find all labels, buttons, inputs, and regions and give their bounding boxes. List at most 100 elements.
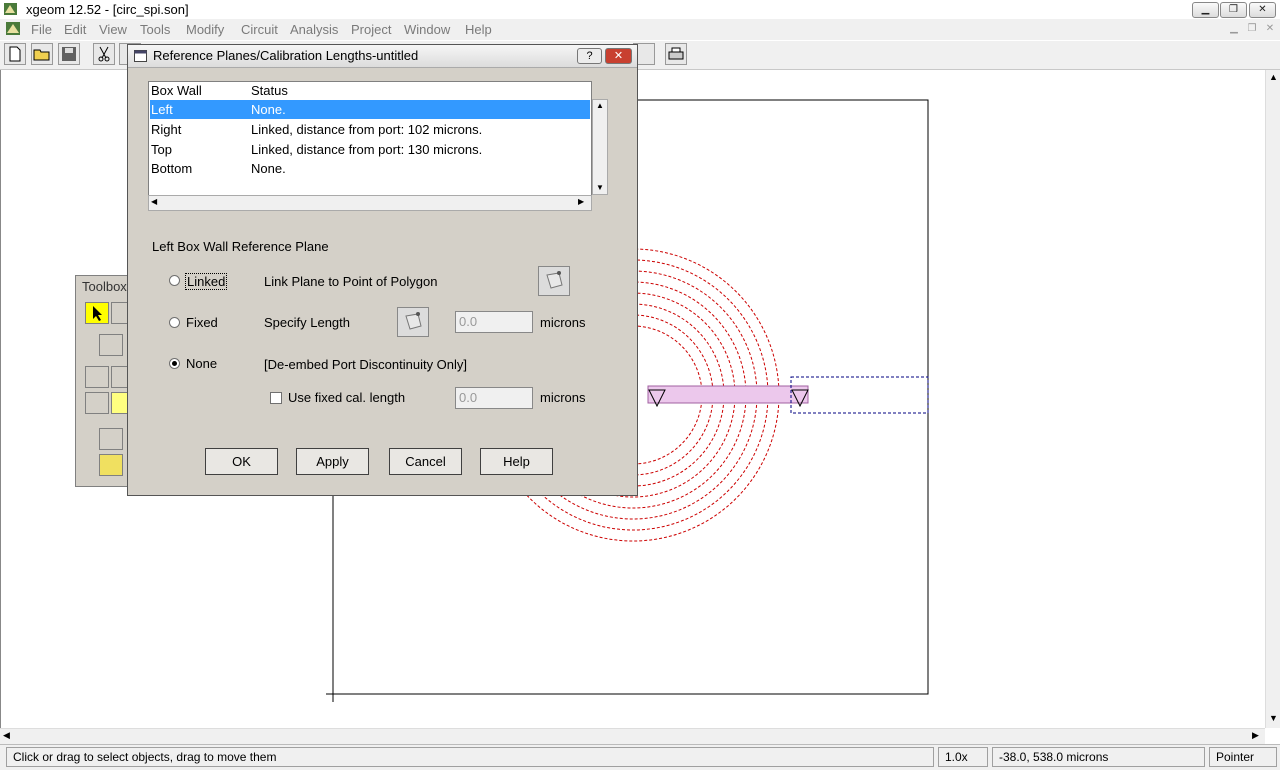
help-button[interactable]: Help xyxy=(480,448,553,475)
list-row-left[interactable]: Left None. xyxy=(150,100,590,119)
linked-label[interactable]: Linked xyxy=(185,273,228,290)
link-point-button[interactable] xyxy=(538,266,570,296)
cal-length-unit: microns xyxy=(540,390,586,405)
horizontal-scrollbar[interactable]: ◀ ▶ xyxy=(0,728,1265,744)
hatch-tool[interactable] xyxy=(99,454,123,476)
row-wall: Top xyxy=(151,142,172,157)
list-row-bottom[interactable]: Bottom None. xyxy=(150,159,590,178)
port-region xyxy=(790,376,929,414)
list-scroll-left-icon[interactable]: ◀ xyxy=(151,197,157,206)
menu-bar: File Edit View Tools Modify Circuit Anal… xyxy=(0,19,1280,40)
list-scroll-up-icon[interactable]: ▲ xyxy=(596,101,604,110)
printer-icon xyxy=(668,47,684,60)
menu-circuit[interactable]: Circuit xyxy=(241,22,278,37)
reference-planes-dialog: Reference Planes/Calibration Lengths-unt… xyxy=(127,44,638,496)
fixed-label[interactable]: Fixed xyxy=(186,315,218,330)
column-header-box-wall[interactable]: Box Wall xyxy=(151,83,202,98)
menu-window[interactable]: Window xyxy=(404,22,450,37)
mdi-minimize-button[interactable]: ▁ xyxy=(1226,22,1242,36)
list-horizontal-scrollbar[interactable]: ◀ ▶ xyxy=(148,195,592,211)
pointer-tool[interactable] xyxy=(85,302,109,324)
xgeom-app-icon xyxy=(4,3,17,15)
use-fixed-cal-label[interactable]: Use fixed cal. length xyxy=(288,390,405,405)
menu-modify[interactable]: Modify xyxy=(186,22,224,37)
none-label[interactable]: None xyxy=(186,356,217,371)
row-status: None. xyxy=(251,161,286,176)
fixed-description: Specify Length xyxy=(264,315,351,330)
fixed-unit: microns xyxy=(540,315,586,330)
fixed-radio[interactable] xyxy=(169,317,180,328)
vertical-scrollbar[interactable]: ▲ ▼ xyxy=(1265,70,1280,728)
none-description: [De-embed Port Discontinuity Only] xyxy=(264,357,468,372)
cal-length-field[interactable]: 0.0 xyxy=(455,387,533,409)
row-wall: Left xyxy=(151,102,173,117)
save-icon xyxy=(62,47,76,61)
menu-help[interactable]: Help xyxy=(465,22,492,37)
apply-button[interactable]: Apply xyxy=(296,448,369,475)
restore-button[interactable]: ❐ xyxy=(1220,2,1247,18)
new-file-icon xyxy=(9,46,21,62)
dialog-titlebar: Reference Planes/Calibration Lengths-unt… xyxy=(128,45,637,68)
toolbox-palette[interactable]: Toolbox xyxy=(75,275,135,487)
close-window-button[interactable]: ✕ xyxy=(1249,2,1276,18)
ok-button[interactable]: OK xyxy=(205,448,278,475)
list-scroll-right-icon[interactable]: ▶ xyxy=(578,197,584,206)
section-title: Left Box Wall Reference Plane xyxy=(152,239,329,254)
column-header-status[interactable]: Status xyxy=(251,83,288,98)
dialog-window-icon xyxy=(134,50,147,62)
scroll-left-icon[interactable]: ◀ xyxy=(3,730,10,741)
open-file-button[interactable] xyxy=(31,43,53,65)
dialog-title: Reference Planes/Calibration Lengths-unt… xyxy=(153,48,419,63)
window-title: xgeom 12.52 - [circ_spi.son] xyxy=(26,2,189,17)
box-wall-list[interactable]: Box Wall Status Left None. Right Linked,… xyxy=(148,81,592,211)
cursor-coordinates: -38.0, 538.0 microns xyxy=(992,747,1205,767)
polygon-tool[interactable] xyxy=(85,392,109,414)
menu-project[interactable]: Project xyxy=(351,22,391,37)
status-bar: Click or drag to select objects, drag to… xyxy=(0,744,1280,770)
list-vertical-scrollbar[interactable]: ▲ ▼ xyxy=(592,99,608,195)
mdi-restore-button[interactable]: ❐ xyxy=(1244,22,1260,36)
dialog-close-icon[interactable]: ✕ xyxy=(605,48,632,64)
row-status: Linked, distance from port: 130 microns. xyxy=(251,142,483,157)
dimension-tool[interactable] xyxy=(99,428,123,450)
menu-file[interactable]: File xyxy=(31,22,52,37)
row-wall: Right xyxy=(151,122,182,137)
polygon-point-icon xyxy=(405,312,422,330)
cut-button[interactable] xyxy=(93,43,115,65)
row-wall: Bottom xyxy=(151,161,193,176)
scroll-down-icon[interactable]: ▼ xyxy=(1269,713,1278,723)
linked-description: Link Plane to Point of Polygon xyxy=(264,274,438,289)
minimize-button[interactable]: ▁ xyxy=(1192,2,1219,18)
none-radio[interactable] xyxy=(169,358,180,369)
status-message: Click or drag to select objects, drag to… xyxy=(6,747,934,767)
fixed-length-field[interactable]: 0.0 xyxy=(455,311,533,333)
list-scroll-down-icon[interactable]: ▼ xyxy=(596,183,604,192)
save-button[interactable] xyxy=(58,43,80,65)
menu-tools[interactable]: Tools xyxy=(140,22,170,37)
print-button[interactable] xyxy=(665,43,687,65)
folder-open-icon xyxy=(33,49,50,61)
use-fixed-cal-checkbox[interactable] xyxy=(270,392,282,404)
list-row-right[interactable]: Right Linked, distance from port: 102 mi… xyxy=(150,120,590,139)
scroll-right-icon[interactable]: ▶ xyxy=(1252,730,1259,741)
menu-edit[interactable]: Edit xyxy=(64,22,86,37)
mdi-close-button[interactable]: ✕ xyxy=(1262,22,1278,36)
specify-length-button[interactable] xyxy=(397,307,429,337)
menu-analysis[interactable]: Analysis xyxy=(290,22,338,37)
help-question-icon[interactable]: ? xyxy=(577,48,602,64)
scroll-up-icon[interactable]: ▲ xyxy=(1269,72,1278,82)
document-icon xyxy=(6,22,20,35)
linked-radio[interactable] xyxy=(169,275,180,286)
scissors-icon xyxy=(98,46,110,62)
window-titlebar: xgeom 12.52 - [circ_spi.son] ▁ ❐ ✕ xyxy=(0,0,1280,20)
box-tool[interactable] xyxy=(99,334,123,356)
list-row-top[interactable]: Top Linked, distance from port: 130 micr… xyxy=(150,140,590,159)
row-status: Linked, distance from port: 102 microns. xyxy=(251,122,483,137)
polygon-point-icon xyxy=(546,271,563,289)
zoom-level: 1.0x xyxy=(938,747,988,767)
menu-view[interactable]: View xyxy=(99,22,127,37)
cancel-button[interactable]: Cancel xyxy=(389,448,462,475)
port-tool[interactable] xyxy=(85,366,109,388)
toolbox-title: Toolbox xyxy=(82,279,127,294)
new-file-button[interactable] xyxy=(4,43,26,65)
